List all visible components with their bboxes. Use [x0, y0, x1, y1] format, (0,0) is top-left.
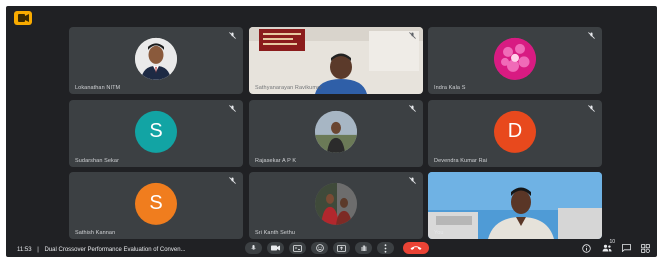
camera-button[interactable] — [267, 242, 284, 254]
meeting-info-button[interactable] — [581, 243, 591, 253]
info-icon — [581, 243, 591, 253]
participant-video — [249, 27, 423, 94]
meet-window: Lokanathan NITM Sathyanarayan Ravikumar — [6, 6, 657, 257]
self-view-tile[interactable]: You — [428, 172, 602, 239]
participant-name: Sathish Kannan — [75, 230, 116, 236]
mic-muted-icon — [228, 104, 236, 112]
emoji-icon — [315, 244, 324, 252]
mic-muted-icon — [408, 31, 416, 39]
more-icon — [384, 243, 387, 253]
mic-button[interactable] — [245, 242, 262, 254]
self-video — [428, 172, 602, 239]
participant-tile[interactable]: Sri Kanth Sethu — [249, 172, 423, 239]
people-icon — [602, 244, 612, 252]
camera-icon — [271, 245, 280, 251]
more-options-button[interactable] — [377, 242, 394, 254]
mic-muted-icon — [228, 31, 236, 39]
participant-tile[interactable]: Lokanathan NITM — [69, 27, 243, 94]
participant-avatar: D — [494, 110, 536, 153]
mic-muted-icon — [228, 176, 236, 184]
present-button[interactable] — [333, 242, 350, 254]
participant-name: Sri Kanth Sethu — [255, 230, 296, 236]
activities-icon — [640, 243, 650, 253]
meeting-info: 11:53 | Dual Crossover Performance Evalu… — [17, 247, 186, 253]
mic-muted-icon — [408, 176, 416, 184]
participant-tile[interactable]: Indra Kala S — [428, 27, 602, 94]
captions-button[interactable] — [289, 242, 306, 254]
captions-icon — [293, 244, 302, 252]
mic-icon — [251, 244, 256, 250]
participant-avatar — [315, 182, 357, 225]
present-icon — [337, 244, 346, 252]
hand-icon — [361, 245, 366, 251]
participant-tile[interactable]: Rajasekar A P K — [249, 100, 423, 167]
participant-name: Lokanathan NITM — [75, 85, 121, 91]
participant-avatar — [315, 110, 357, 153]
people-count: 10 — [609, 239, 615, 245]
end-call-button[interactable] — [403, 242, 429, 254]
emoji-button[interactable] — [311, 242, 328, 254]
hand-raise-button[interactable] — [355, 242, 372, 254]
avatar-letter: S — [149, 191, 163, 214]
meeting-time: 11:53 — [17, 247, 32, 253]
participant-name: Indra Kala S — [434, 85, 466, 91]
end-call-icon — [410, 246, 422, 250]
chat-icon — [621, 244, 631, 252]
activities-button[interactable] — [640, 243, 650, 253]
participant-avatar: S — [135, 182, 177, 225]
mic-muted-icon — [587, 31, 595, 39]
participant-tile[interactable]: Sathyanarayan Ravikumar — [249, 27, 423, 94]
meeting-control-bar: 11:53 | Dual Crossover Performance Evalu… — [6, 239, 657, 257]
participant-avatar: S — [135, 110, 177, 153]
mic-muted-icon — [408, 104, 416, 112]
participant-avatar — [494, 37, 536, 80]
avatar-letter: S — [149, 119, 163, 142]
participant-tile[interactable]: D Devendra Kumar Rai — [428, 100, 602, 167]
meeting-title: Dual Crossover Performance Evaluation of… — [44, 247, 186, 253]
app-logo-icon — [14, 11, 32, 25]
avatar-letter: D — [507, 119, 523, 142]
mic-muted-icon — [587, 104, 595, 112]
participant-avatar — [135, 37, 177, 80]
participant-name: Sudarshan Sekar — [75, 158, 119, 164]
participant-name: Rajasekar A P K — [255, 158, 297, 164]
people-button[interactable]: 10 — [602, 239, 615, 253]
participant-name: Devendra Kumar Rai — [434, 158, 488, 164]
participant-tile[interactable]: S Sudarshan Sekar — [69, 100, 243, 167]
participant-name: Sathyanarayan Ravikumar — [255, 85, 323, 91]
chat-button[interactable] — [621, 243, 631, 253]
participant-name: You — [434, 230, 444, 236]
participant-tile[interactable]: S Sathish Kannan — [69, 172, 243, 239]
